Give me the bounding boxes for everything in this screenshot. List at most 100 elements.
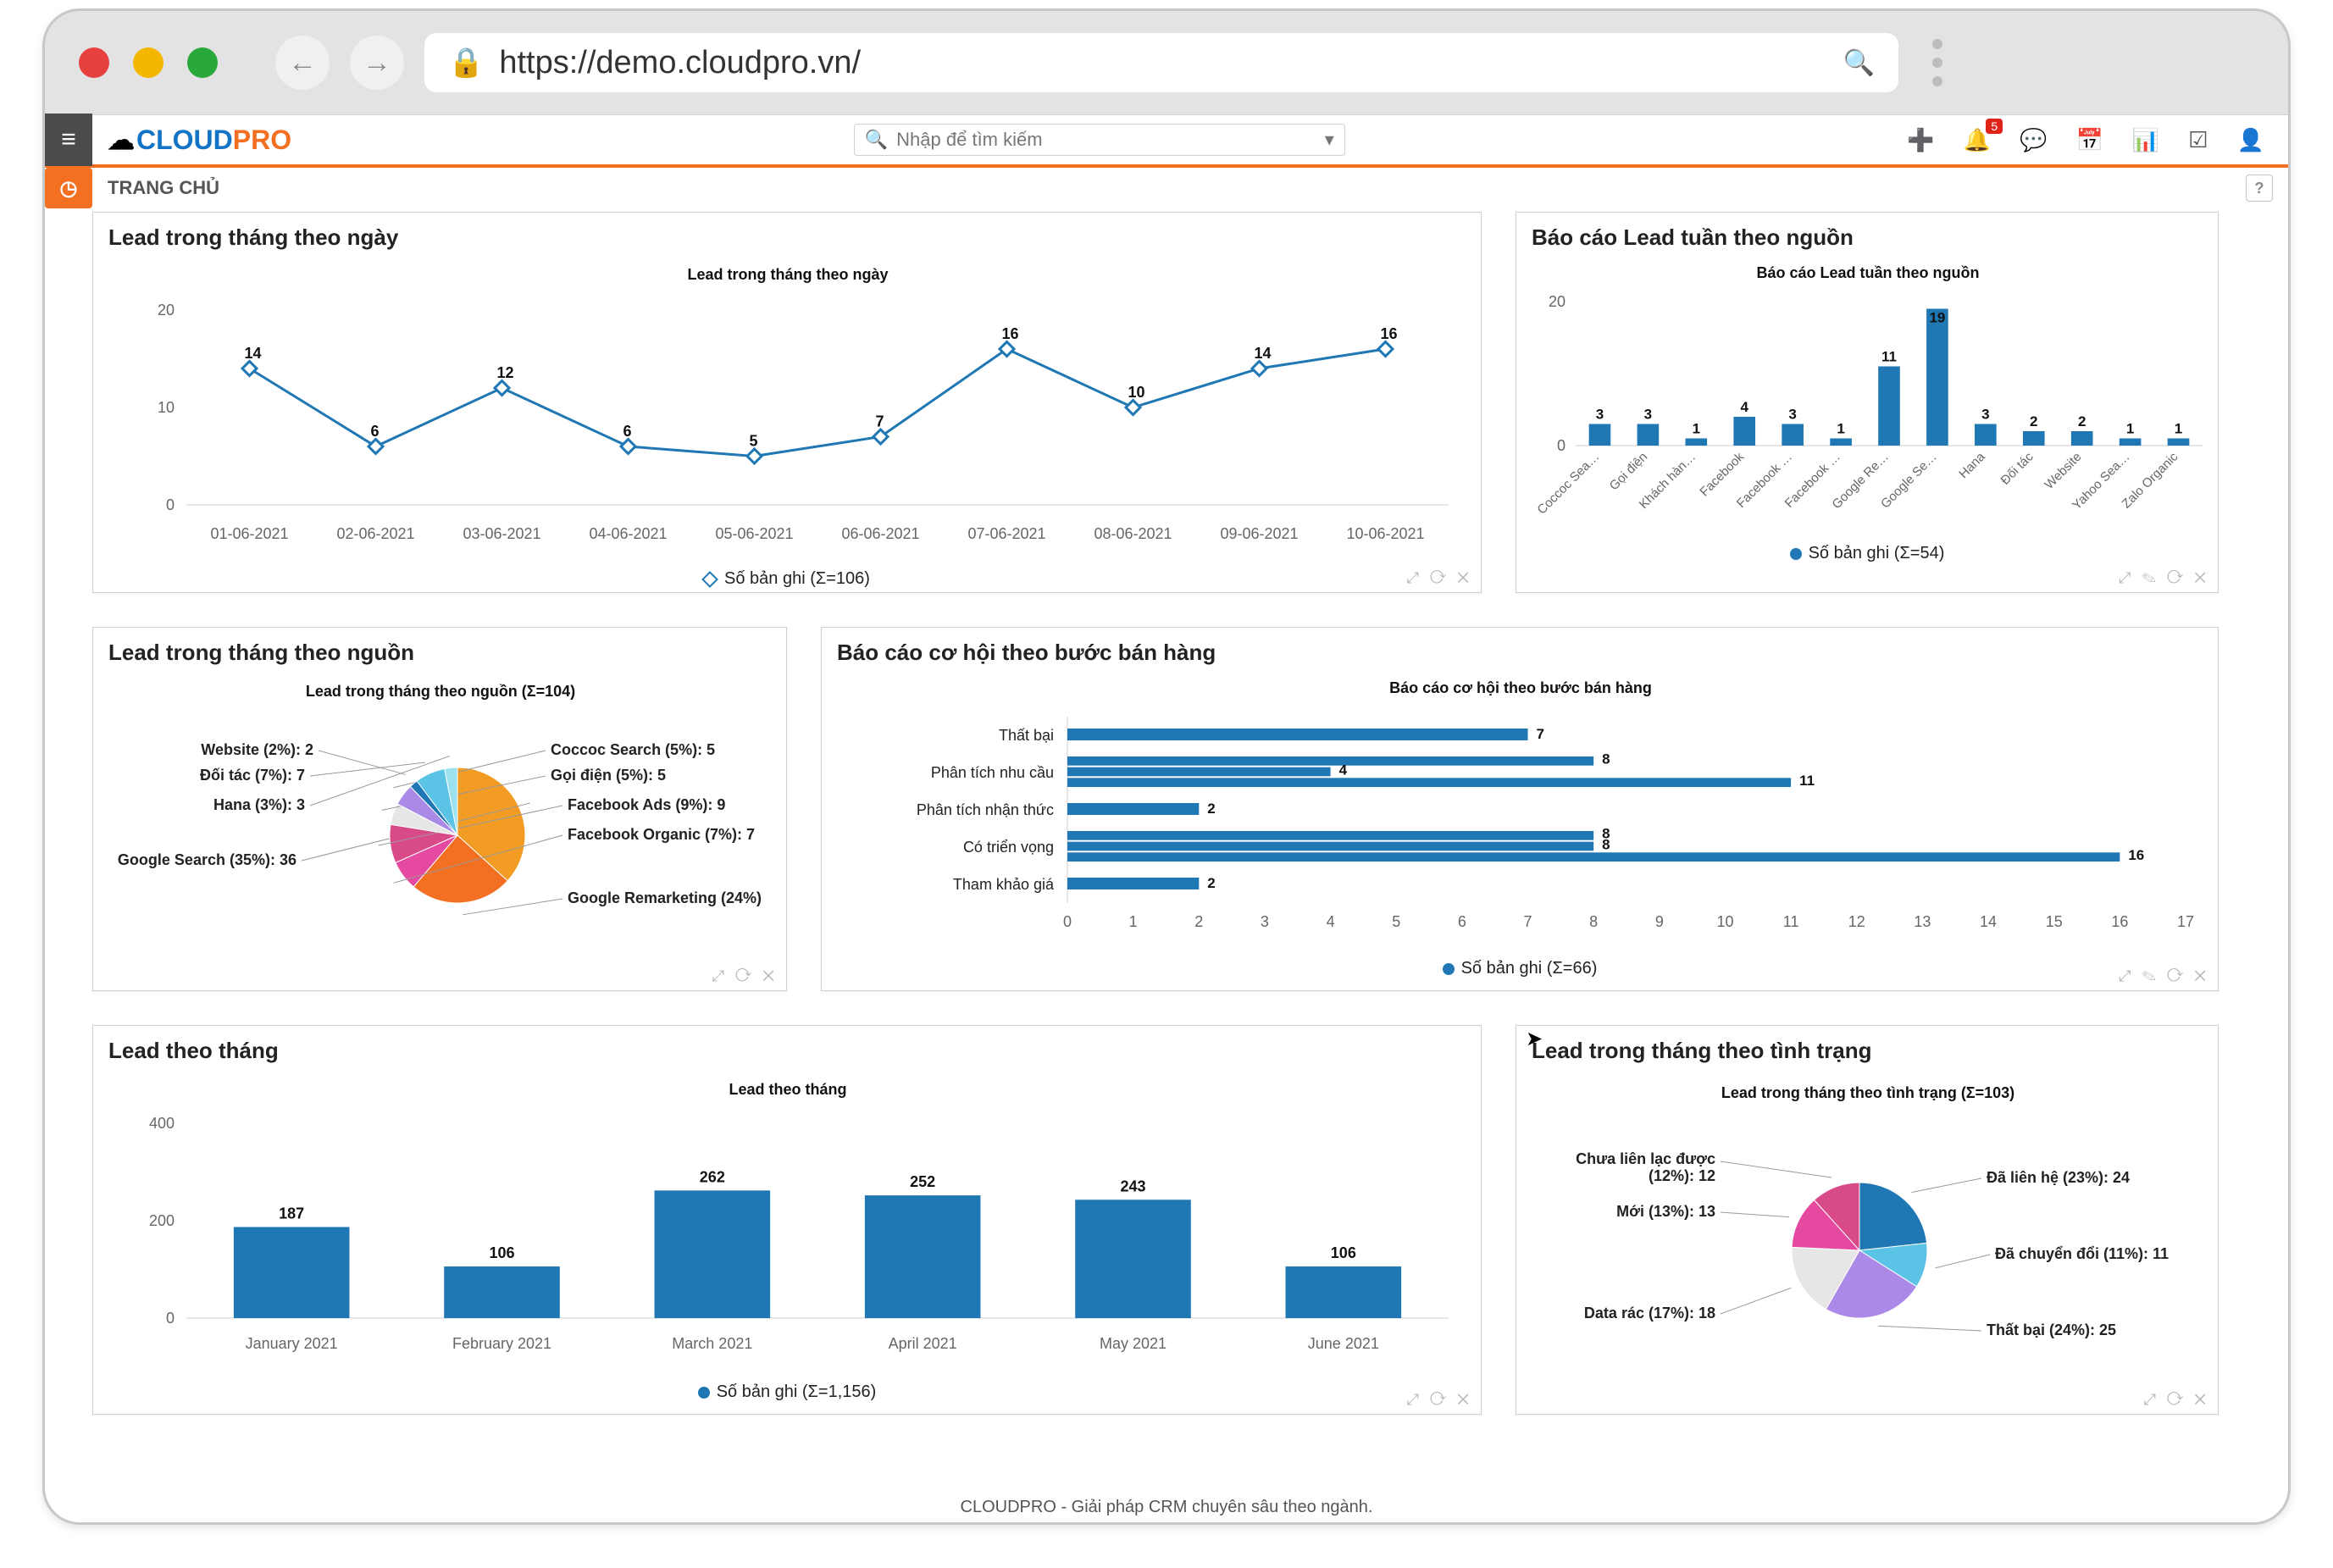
browser-menu-button[interactable]	[1932, 39, 1942, 86]
browser-forward-button[interactable]: →	[350, 36, 404, 90]
svg-text:02-06-2021: 02-06-2021	[336, 525, 414, 542]
svg-text:16: 16	[2128, 847, 2144, 863]
svg-text:(12%): 12: (12%): 12	[1649, 1167, 1715, 1184]
profile-button[interactable]: 👤	[2237, 127, 2264, 153]
chart-legend: Số bản ghi (Σ=1,156)	[93, 1382, 1481, 1402]
svg-text:106: 106	[489, 1244, 514, 1261]
window-close-button[interactable]	[79, 47, 109, 78]
logo-pro-text: PRO	[233, 125, 291, 156]
svg-text:106: 106	[1331, 1244, 1356, 1261]
svg-text:11: 11	[1881, 349, 1897, 365]
logo-cloud-icon: ☁	[108, 124, 135, 156]
svg-text:Thất bại: Thất bại	[999, 727, 1054, 744]
svg-text:Lead theo tháng: Lead theo tháng	[729, 1081, 847, 1098]
widget-title: Lead theo tháng	[93, 1026, 1481, 1072]
svg-text:14: 14	[245, 345, 262, 362]
legend-marker-icon	[701, 571, 718, 588]
browser-back-button[interactable]: ←	[275, 36, 330, 90]
svg-text:Lead trong tháng theo tình trạ: Lead trong tháng theo tình trạng (Σ=103)	[1721, 1084, 2014, 1101]
widget-opportunity-stage: Báo cáo cơ hội theo bước bán hàng Báo cá…	[821, 627, 2219, 991]
svg-text:Lead trong tháng theo nguồn (Σ: Lead trong tháng theo nguồn (Σ=104)	[306, 683, 575, 700]
svg-text:2: 2	[1194, 913, 1203, 930]
svg-text:14: 14	[1980, 913, 1997, 930]
search-chevron-icon[interactable]: ▾	[1325, 129, 1334, 151]
svg-text:Đã chuyển đổi (11%): 11: Đã chuyển đổi (11%): 11	[1995, 1245, 2169, 1262]
svg-text:400: 400	[149, 1115, 175, 1132]
svg-text:5: 5	[1392, 913, 1400, 930]
svg-text:4: 4	[1740, 399, 1748, 415]
svg-text:May 2021: May 2021	[1100, 1335, 1166, 1352]
svg-text:0: 0	[166, 496, 175, 513]
svg-text:10: 10	[158, 399, 175, 416]
svg-text:07-06-2021: 07-06-2021	[967, 525, 1045, 542]
svg-text:April 2021: April 2021	[889, 1335, 957, 1352]
page-title: TRANG CHỦ	[108, 177, 219, 199]
topbar-actions: ➕ 🔔 5 💬 📅 📊 ☑ 👤	[1907, 127, 2264, 153]
window-minimize-button[interactable]	[133, 47, 163, 78]
svg-text:11: 11	[1783, 913, 1799, 930]
widget-lead-per-day: Lead trong tháng theo ngày Lead trong th…	[92, 212, 1482, 593]
app-footer: CLOUDPRO - Giải pháp CRM chuyên sâu theo…	[45, 1498, 2288, 1517]
calendar-button[interactable]: 📅	[2076, 127, 2103, 153]
app-menu-button[interactable]: ≡	[45, 114, 92, 166]
svg-text:Hana: Hana	[1956, 449, 1988, 481]
svg-text:Google Remarketing (24%): Google Remarketing (24%)	[568, 889, 762, 906]
svg-text:4: 4	[1327, 913, 1335, 930]
svg-text:1: 1	[1837, 421, 1844, 437]
lock-icon: 🔒	[448, 46, 484, 80]
widget-lead-status: Lead trong tháng theo tình trạng Lead tr…	[1516, 1025, 2219, 1415]
app-viewport: ≡ ☁ CLOUD PRO 🔍 Nhập để tìm kiếm ▾ ➕ 🔔 5	[45, 114, 2288, 1522]
svg-text:2: 2	[1207, 875, 1215, 891]
widget-controls[interactable]: ⤢ ⟳ ✕	[2144, 1391, 2209, 1409]
widget-controls[interactable]: ⤢ ✎ ⟳ ✕	[2119, 569, 2209, 587]
svg-text:Coccoc Sea…: Coccoc Sea…	[1534, 450, 1602, 518]
widget-controls[interactable]: ⤢ ✎ ⟳ ✕	[2119, 967, 2209, 985]
svg-text:Data rác (17%): 18: Data rác (17%): 18	[1584, 1305, 1715, 1321]
add-button[interactable]: ➕	[1907, 127, 1934, 153]
svg-text:Google Search (35%): 36: Google Search (35%): 36	[118, 851, 296, 868]
svg-text:20: 20	[1549, 293, 1565, 310]
widget-controls[interactable]: ⤢ ⟳ ✕	[1407, 1391, 1472, 1409]
reports-button[interactable]: 📊	[2132, 127, 2159, 153]
widget-title: Báo cáo cơ hội theo bước bán hàng	[822, 628, 2218, 674]
chart-legend: Số bản ghi (Σ=106)	[93, 569, 1481, 589]
window-maximize-button[interactable]	[187, 47, 218, 78]
svg-text:05-06-2021: 05-06-2021	[715, 525, 793, 542]
browser-address-bar[interactable]: 🔒 https://demo.cloudpro.vn/ 🔍	[424, 33, 1898, 92]
url-text: https://demo.cloudpro.vn/	[499, 45, 861, 81]
svg-text:17: 17	[2177, 913, 2194, 930]
messages-button[interactable]: 💬	[2020, 127, 2047, 153]
notifications-button[interactable]: 🔔 5	[1964, 127, 1991, 153]
svg-text:3: 3	[1788, 407, 1796, 423]
svg-text:7: 7	[1537, 726, 1544, 742]
svg-text:8: 8	[1602, 836, 1610, 852]
svg-text:243: 243	[1120, 1177, 1145, 1194]
svg-text:7: 7	[1524, 913, 1532, 930]
svg-text:Facebook: Facebook	[1697, 449, 1747, 499]
chart-bar-lead-month: Lead theo tháng0200400187January 2021106…	[93, 1072, 1482, 1377]
svg-text:1: 1	[2175, 421, 2182, 437]
widget-controls[interactable]: ⤢ ⟳ ✕	[712, 967, 778, 985]
svg-text:9: 9	[1655, 913, 1664, 930]
svg-text:252: 252	[910, 1173, 935, 1190]
svg-text:Tham khảo giá: Tham khảo giá	[953, 876, 1055, 893]
svg-text:13: 13	[1914, 913, 1931, 930]
tasks-button[interactable]: ☑	[2188, 127, 2208, 153]
browser-window: ← → 🔒 https://demo.cloudpro.vn/ 🔍 ≡ ☁ CL…	[42, 8, 2291, 1525]
app-search-input[interactable]: 🔍 Nhập để tìm kiếm ▾	[854, 124, 1345, 156]
svg-text:Phân tích nhu cầu: Phân tích nhu cầu	[931, 764, 1054, 781]
app-logo[interactable]: ☁ CLOUD PRO	[108, 124, 291, 156]
chart-legend: Số bản ghi (Σ=54)	[1516, 544, 2218, 563]
svg-text:Gọi điện (5%): 5: Gọi điện (5%): 5	[551, 767, 666, 784]
svg-text:04-06-2021: 04-06-2021	[589, 525, 667, 542]
svg-text:8: 8	[1589, 913, 1598, 930]
svg-text:09-06-2021: 09-06-2021	[1220, 525, 1298, 542]
chart-pie-month-source: Lead trong tháng theo nguồn (Σ=104) Googl…	[93, 674, 788, 962]
svg-text:8: 8	[1602, 751, 1610, 767]
svg-text:16: 16	[2111, 913, 2128, 930]
help-button[interactable]: ?	[2246, 175, 2273, 202]
svg-text:0: 0	[166, 1310, 175, 1327]
svg-text:1: 1	[1693, 421, 1700, 437]
widget-controls[interactable]: ⤢ ⟳ ✕	[1407, 569, 1472, 587]
dashboard: Lead trong tháng theo ngày Lead trong th…	[92, 212, 2280, 1488]
